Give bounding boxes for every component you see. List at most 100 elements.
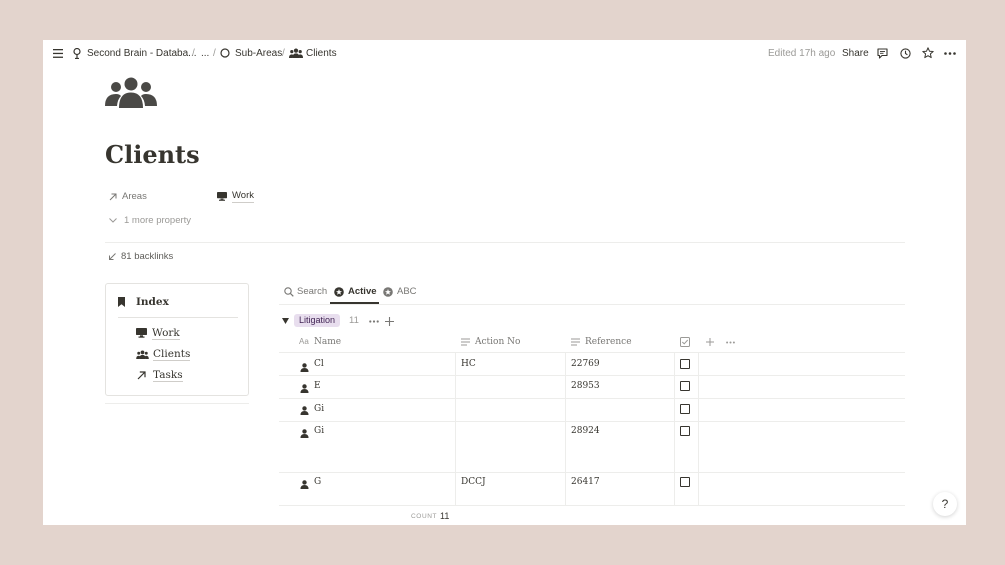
group-count: 11 (349, 315, 359, 326)
computer-icon (136, 328, 147, 338)
column-divider (698, 352, 699, 505)
star-icon[interactable] (922, 47, 934, 59)
table-divider (279, 352, 905, 353)
breadcrumb-ellipsis[interactable]: ... (201, 47, 209, 61)
person-icon (300, 363, 309, 372)
cell-reference[interactable]: 28953 (571, 380, 600, 392)
tab-label: ABC (397, 286, 417, 297)
index-item-label: Clients (153, 348, 191, 361)
more-options-icon[interactable] (369, 320, 379, 323)
menu-icon[interactable] (53, 49, 63, 58)
page-title[interactable]: Clients (105, 140, 200, 169)
index-item-tasks[interactable]: Tasks (136, 368, 183, 382)
cell-name[interactable]: G (314, 476, 321, 488)
column-divider (565, 352, 566, 505)
count-value: 11 (440, 511, 450, 521)
top-bar: Second Brain - Databa... / ... / Sub-Are… (43, 40, 966, 68)
row-checkbox[interactable] (680, 477, 690, 487)
index-item-clients[interactable]: Clients (136, 347, 191, 361)
cell-name[interactable]: Gi (314, 403, 324, 415)
more-property-toggle[interactable]: 1 more property (124, 215, 191, 227)
index-title: Index (136, 296, 169, 308)
search-icon (284, 287, 294, 297)
index-item-label: Tasks (153, 369, 183, 382)
row-checkbox[interactable] (680, 426, 690, 436)
breadcrumb-clients[interactable]: Clients (306, 47, 337, 61)
table-divider (279, 375, 905, 376)
cell-action-no[interactable]: HC (461, 358, 476, 370)
index-divider (118, 317, 238, 318)
tab-active[interactable]: Active (334, 286, 377, 298)
text-type-icon: Aa (299, 337, 309, 346)
notion-window: Second Brain - Databa... / ... / Sub-Are… (43, 40, 966, 525)
cell-name[interactable]: E (314, 380, 321, 392)
person-icon (300, 406, 309, 415)
cell-reference[interactable]: 28924 (571, 425, 600, 437)
property-name-areas[interactable]: Areas (122, 191, 147, 203)
circle-icon (220, 48, 230, 58)
property-value-work[interactable]: Work (232, 190, 254, 203)
breadcrumb-separator: / (282, 48, 285, 59)
table-divider (279, 472, 905, 473)
cell-name[interactable]: Gi (314, 425, 324, 437)
more-options-icon[interactable] (944, 52, 956, 55)
arrow-up-right-icon (137, 371, 146, 380)
breadcrumb-sub-areas[interactable]: Sub-Areas (235, 47, 282, 61)
table-divider (279, 505, 905, 506)
tab-label: Active (348, 286, 377, 297)
column-divider (455, 352, 456, 505)
tab-search[interactable]: Search (284, 286, 327, 298)
group-tag-litigation[interactable]: Litigation (294, 314, 341, 327)
add-column-icon[interactable] (706, 338, 714, 346)
people-group-icon (289, 48, 303, 58)
person-icon (300, 480, 309, 489)
tab-abc[interactable]: ABC (383, 286, 417, 298)
column-divider (674, 352, 675, 505)
caret-down-icon[interactable] (282, 318, 289, 324)
breadcrumb-separator: / (213, 48, 216, 59)
edited-timestamp: Edited 17h ago (768, 48, 836, 59)
index-divider-bottom (105, 403, 249, 404)
table-divider (279, 421, 905, 422)
computer-icon (217, 192, 227, 201)
row-checkbox[interactable] (680, 381, 690, 391)
index-item-label: Work (152, 327, 180, 340)
text-lines-icon (461, 338, 470, 346)
share-button[interactable]: Share (842, 47, 869, 61)
people-group-icon (136, 350, 149, 359)
row-checkbox[interactable] (680, 404, 690, 414)
column-header-action-no[interactable]: Action No (475, 336, 520, 348)
person-icon (300, 384, 309, 393)
row-checkbox[interactable] (680, 359, 690, 369)
cell-reference[interactable]: 22769 (571, 358, 600, 370)
person-icon (300, 429, 309, 438)
star-badge-icon (334, 287, 344, 297)
column-header-reference[interactable]: Reference (585, 336, 632, 348)
checkbox-column-icon[interactable] (680, 337, 690, 347)
arrow-down-left-icon (109, 253, 116, 260)
breadcrumb-root[interactable]: Second Brain - Databa... (87, 47, 197, 61)
more-options-icon[interactable] (726, 341, 735, 344)
plus-icon[interactable] (385, 317, 394, 326)
section-divider (105, 242, 905, 243)
breadcrumb-separator: / (192, 48, 195, 59)
comment-icon[interactable] (877, 48, 888, 59)
cell-name[interactable]: Cl (314, 358, 324, 370)
backlinks-link[interactable]: 81 backlinks (121, 251, 173, 263)
arrow-up-right-icon (109, 193, 117, 201)
cell-reference[interactable]: 26417 (571, 476, 600, 488)
chevron-down-icon (109, 218, 117, 223)
help-button[interactable]: ? (933, 492, 957, 516)
tabs-divider (279, 304, 905, 305)
clock-icon[interactable] (900, 48, 911, 59)
star-badge-icon (383, 287, 393, 297)
column-header-name[interactable]: Name (314, 336, 341, 348)
bookmark-icon (118, 297, 125, 307)
index-callout: Index Work Clients Tasks (105, 283, 249, 396)
brain-icon (73, 48, 81, 59)
count-label[interactable]: COUNT (411, 512, 437, 522)
tab-label: Search (297, 286, 328, 297)
people-group-icon[interactable] (105, 76, 157, 108)
index-item-work[interactable]: Work (136, 326, 180, 340)
cell-action-no[interactable]: DCCJ (461, 476, 486, 488)
